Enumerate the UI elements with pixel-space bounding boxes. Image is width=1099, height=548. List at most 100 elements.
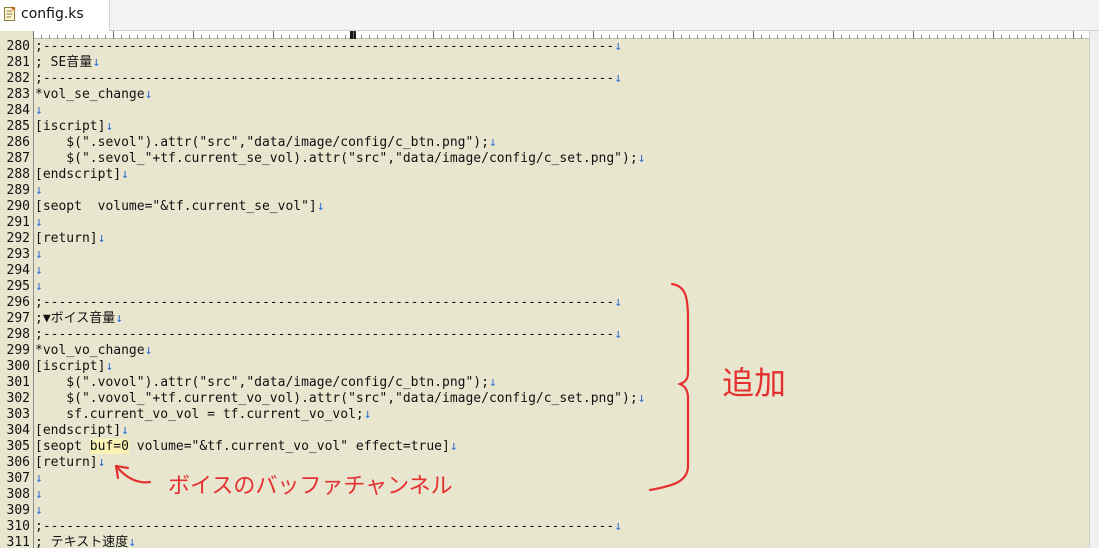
line-number: 311 — [6, 535, 30, 548]
newline-marker-icon: ↓ — [128, 535, 137, 548]
column-ruler — [33, 31, 1089, 39]
line-number: 287 — [6, 151, 30, 166]
code-text: *vol_vo_change — [35, 343, 145, 358]
code-text: ;---------------------------------------… — [35, 71, 615, 86]
line-number: 280 — [6, 39, 30, 54]
line-number: 301 — [6, 375, 30, 390]
ruler-major-tick — [753, 31, 754, 39]
code-line[interactable]: [seopt buf=0 volume="&tf.current_vo_vol"… — [35, 439, 458, 455]
code-text: $(".vovol_"+tf.current_vo_vol).attr("src… — [35, 391, 638, 406]
line-number: 288 — [6, 167, 30, 182]
ruler-major-tick — [673, 31, 674, 39]
newline-marker-icon: ↓ — [637, 151, 646, 166]
code-line[interactable]: ↓ — [35, 487, 43, 503]
line-number: 285 — [6, 119, 30, 134]
ruler-major-tick — [593, 31, 594, 39]
newline-marker-icon: ↓ — [144, 87, 153, 102]
line-number: 291 — [6, 215, 30, 230]
newline-marker-icon: ↓ — [97, 231, 106, 246]
newline-marker-icon: ↓ — [614, 39, 623, 54]
code-text: [iscript] — [35, 119, 106, 134]
code-line[interactable]: ↓ — [35, 247, 43, 263]
line-number: 286 — [6, 135, 30, 150]
line-number: 294 — [6, 263, 30, 278]
code-text: ;---------------------------------------… — [35, 295, 615, 310]
code-line[interactable]: ↓ — [35, 183, 43, 199]
line-number: 297 — [6, 311, 30, 326]
newline-marker-icon: ↓ — [121, 423, 129, 438]
code-line[interactable]: *vol_vo_change↓ — [35, 343, 152, 359]
line-number: 303 — [6, 407, 30, 422]
code-text: ;---------------------------------------… — [35, 327, 615, 342]
code-line[interactable]: ↓ — [35, 279, 43, 295]
line-number: 281 — [6, 55, 30, 70]
newline-marker-icon: ↓ — [488, 135, 497, 150]
line-number: 306 — [6, 455, 30, 470]
code-line[interactable]: ↓ — [35, 215, 43, 231]
code-line[interactable]: ↓ — [35, 263, 43, 279]
line-number: 302 — [6, 391, 30, 406]
line-number: 290 — [6, 199, 30, 214]
line-number: 282 — [6, 71, 30, 86]
code-line[interactable]: ↓ — [35, 103, 43, 119]
line-number: 310 — [6, 519, 30, 534]
newline-marker-icon: ↓ — [316, 199, 325, 214]
line-number: 298 — [6, 327, 30, 342]
line-number: 300 — [6, 359, 30, 374]
ruler-major-tick — [913, 31, 914, 39]
code-line[interactable]: ↓ — [35, 503, 43, 519]
code-line[interactable]: ;---------------------------------------… — [35, 71, 622, 87]
highlighted-token: buf=0 — [89, 439, 129, 454]
code-line[interactable]: [endscript]↓ — [35, 423, 129, 439]
line-number: 307 — [6, 471, 30, 486]
line-number-gutter: 280 281 282 283 284 285 286 287 288 289 290 291 292 2… — [0, 39, 33, 548]
code-line[interactable]: [iscript]↓ — [35, 359, 113, 375]
code-text: [iscript] — [35, 359, 106, 374]
line-number: 305 — [6, 439, 30, 454]
tab-label: config.ks — [21, 6, 84, 22]
line-number: 293 — [6, 247, 30, 262]
newline-marker-icon: ↓ — [35, 215, 43, 230]
code-line[interactable]: ;▼ボイス音量↓ — [35, 311, 123, 327]
code-line[interactable]: ; SE音量↓ — [35, 55, 100, 71]
newline-marker-icon: ↓ — [614, 295, 623, 310]
code-line[interactable]: ; テキスト速度↓ — [35, 535, 136, 548]
code-line[interactable]: $(".vovol_"+tf.current_vo_vol).attr("src… — [35, 391, 645, 407]
vertical-scrollbar[interactable] — [1089, 31, 1099, 548]
code-line[interactable]: ;---------------------------------------… — [35, 295, 622, 311]
code-line[interactable]: [iscript]↓ — [35, 119, 113, 135]
code-line[interactable]: $(".sevol").attr("src","data/image/confi… — [35, 135, 497, 151]
text-file-icon — [4, 6, 16, 21]
newline-marker-icon: ↓ — [35, 279, 43, 294]
code-line[interactable]: *vol_se_change↓ — [35, 87, 152, 103]
code-line[interactable]: $(".vovol").attr("src","data/image/confi… — [35, 375, 496, 391]
ruler-major-tick — [33, 31, 34, 39]
code-line[interactable]: ↓ — [35, 471, 43, 487]
code-line[interactable]: ;---------------------------------------… — [35, 327, 622, 343]
line-number: 292 — [6, 231, 30, 246]
code-text: ; SE音量 — [35, 55, 93, 70]
code-line[interactable]: $(".sevol_"+tf.current_se_vol).attr("src… — [35, 151, 645, 167]
code-line[interactable]: [return]↓ — [35, 455, 105, 471]
code-text: [endscript] — [35, 423, 122, 438]
line-number: 299 — [6, 343, 30, 358]
newline-marker-icon: ↓ — [105, 359, 114, 374]
code-line[interactable]: ;---------------------------------------… — [35, 39, 622, 55]
code-text: sf.current_vo_vol = tf.current_vo_vol; — [35, 407, 364, 422]
newline-marker-icon: ↓ — [35, 103, 43, 118]
code-line[interactable]: [seopt volume="&tf.current_se_vol"]↓ — [35, 199, 325, 215]
code-line[interactable]: [return]↓ — [35, 231, 105, 247]
code-line[interactable]: ;---------------------------------------… — [35, 519, 622, 535]
ruler-major-tick — [193, 31, 194, 39]
code-text: [return] — [35, 231, 98, 246]
code-line[interactable]: [endscript]↓ — [35, 167, 129, 183]
line-number: 308 — [6, 487, 30, 502]
tab-config-ks[interactable]: config.ks — [0, 0, 110, 31]
code-text: ;▼ボイス音量 — [35, 311, 116, 326]
newline-marker-icon: ↓ — [121, 167, 129, 182]
ruler-major-tick — [113, 31, 114, 39]
ruler-major-tick — [833, 31, 834, 39]
newline-marker-icon: ↓ — [35, 487, 43, 502]
code-line[interactable]: sf.current_vo_vol = tf.current_vo_vol;↓ — [35, 407, 371, 423]
line-number: 295 — [6, 279, 30, 294]
